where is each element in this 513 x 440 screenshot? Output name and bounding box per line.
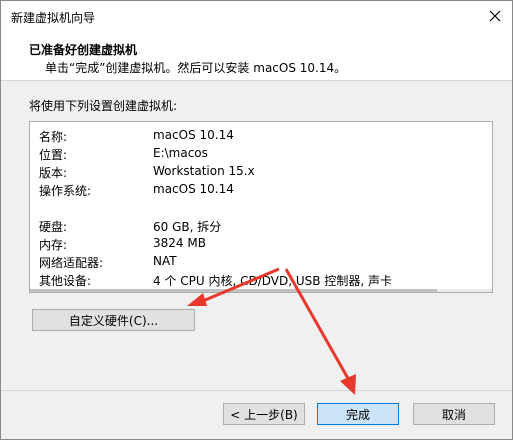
horizontal-scrollbar[interactable] (30, 289, 492, 292)
summary-value: 4 个 CPU 内核, CD/DVD, USB 控制器, 声卡 (153, 274, 392, 288)
summary-label: 内存: (39, 238, 68, 252)
summary-value: Workstation 15.x (153, 164, 255, 178)
summary-row-name: 名称: macOS 10.14 (30, 128, 492, 146)
new-vm-wizard-dialog: 新建虚拟机向导 已准备好创建虚拟机 单击“完成”创建虚拟机。然后可以安装 mac… (0, 0, 513, 440)
summary-row-network: 网络适配器: NAT (30, 254, 492, 272)
summary-value: NAT (153, 254, 177, 268)
summary-label: 名称: (39, 130, 68, 144)
window-title: 新建虚拟机向导 (11, 11, 96, 25)
summary-row-memory: 内存: 3824 MB (30, 236, 492, 254)
summary-label: 硬盘: (39, 220, 68, 234)
summary-label: 位置: (39, 148, 68, 162)
summary-value: 60 GB, 拆分 (153, 220, 222, 234)
summary-value: macOS 10.14 (153, 182, 234, 196)
arrowhead-icon (340, 374, 356, 395)
page-subtitle: 单击“完成”创建虚拟机。然后可以安装 macOS 10.14。 (45, 61, 347, 75)
summary-label: 操作系统: (39, 184, 92, 198)
close-button[interactable] (484, 5, 506, 27)
customize-hardware-button[interactable]: 自定义硬件(C)... (32, 309, 195, 331)
arrowhead-icon (187, 293, 207, 306)
summary-label: 版本: (39, 166, 68, 180)
summary-value: 3824 MB (153, 236, 206, 250)
close-icon (489, 10, 501, 22)
scrollbar-thumb[interactable] (30, 289, 437, 292)
back-button[interactable]: < 上一步(B) (223, 403, 305, 425)
title-bar: 新建虚拟机向导 (1, 1, 512, 32)
summary-row-disk: 硬盘: 60 GB, 拆分 (30, 218, 492, 236)
summary-row-location: 位置: E:\macos (30, 146, 492, 164)
summary-label: 网络适配器: (39, 256, 104, 270)
summary-row-version: 版本: Workstation 15.x (30, 164, 492, 182)
footer-divider (1, 390, 512, 391)
page-title: 已准备好创建虚拟机 (29, 43, 138, 57)
summary-value: E:\macos (153, 146, 208, 160)
cancel-button[interactable]: 取消 (413, 403, 495, 425)
summary-row-os: 操作系统: macOS 10.14 (30, 182, 492, 200)
summary-row-other: 其他设备: 4 个 CPU 内核, CD/DVD, USB 控制器, 声卡 (30, 272, 492, 290)
summary-label: 其他设备: (39, 274, 92, 288)
settings-intro: 将使用下列设置创建虚拟机: (29, 99, 178, 113)
settings-summary-box: 名称: macOS 10.14 位置: E:\macos 版本: Worksta… (29, 121, 493, 293)
wizard-header: 已准备好创建虚拟机 单击“完成”创建虚拟机。然后可以安装 macOS 10.14… (1, 32, 512, 81)
summary-value: macOS 10.14 (153, 128, 234, 142)
finish-button[interactable]: 完成 (317, 403, 399, 425)
